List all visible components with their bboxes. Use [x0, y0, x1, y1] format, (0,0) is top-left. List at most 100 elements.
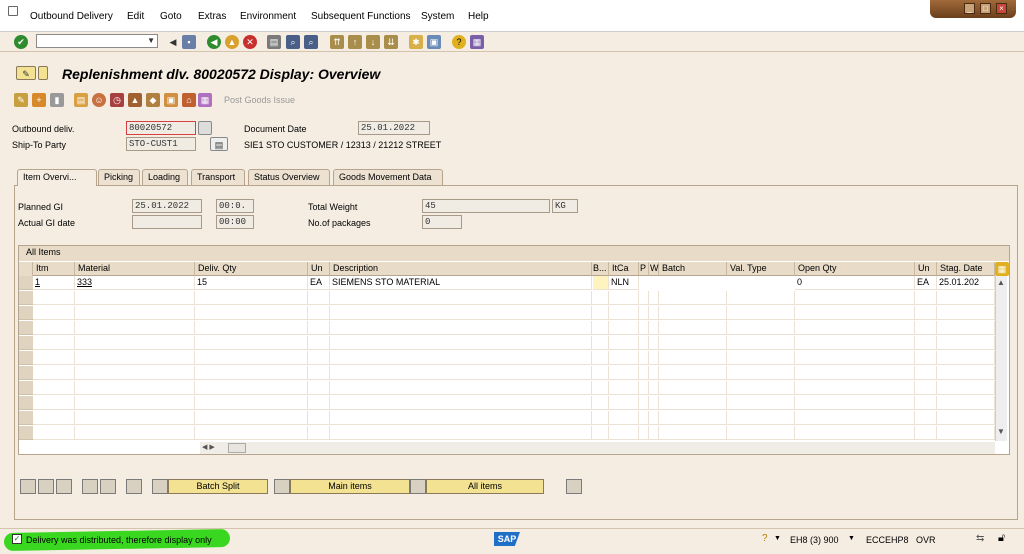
actual-gi-date-field[interactable] — [132, 215, 202, 229]
item-details-button[interactable] — [20, 479, 36, 494]
deadlines-icon[interactable]: ◷ — [110, 93, 124, 107]
picking-icon[interactable]: ▲ — [128, 93, 142, 107]
col-un[interactable]: Un — [308, 262, 330, 276]
menu-help[interactable]: Help — [468, 11, 489, 22]
tab-status-overview[interactable]: Status Overview — [248, 169, 330, 185]
col-batch[interactable]: Batch — [659, 262, 727, 276]
tab-picking[interactable]: Picking — [98, 169, 140, 185]
select-all-button[interactable] — [38, 479, 54, 494]
row-selector[interactable] — [19, 351, 33, 365]
ship-to-field[interactable]: STO-CUST1 — [126, 137, 196, 151]
pack-icon[interactable]: ◆ — [146, 93, 160, 107]
col-w[interactable]: W — [649, 262, 659, 276]
save-icon[interactable]: ▪ — [182, 35, 196, 49]
vertical-scrollbar[interactable] — [995, 276, 1007, 441]
output-icon[interactable]: ▦ — [198, 93, 212, 107]
all-items-button[interactable]: All items — [426, 479, 544, 494]
packages-field[interactable]: 0 — [422, 215, 462, 229]
next-page-icon[interactable]: ↓ — [366, 35, 380, 49]
previous-page-icon[interactable]: ↑ — [348, 35, 362, 49]
col-p[interactable]: P — [639, 262, 649, 276]
shortcut-icon[interactable]: ▣ — [427, 35, 441, 49]
other-object-icon[interactable] — [38, 66, 48, 80]
scroll-left-icon[interactable]: ◀ ▶ — [202, 443, 215, 451]
chevron-down-icon[interactable]: ▼ — [147, 36, 155, 45]
row-selector[interactable] — [19, 396, 33, 410]
horizontal-scrollbar[interactable] — [200, 442, 995, 454]
copy-icon[interactable] — [198, 121, 212, 135]
document-date-field[interactable]: 25.01.2022 — [358, 121, 430, 135]
row-selector[interactable] — [19, 276, 33, 290]
all-items-icon[interactable] — [410, 479, 426, 494]
row-b[interactable] — [593, 276, 609, 290]
insert-row-button[interactable] — [82, 479, 98, 494]
system-dropdown-icon[interactable]: ▼ — [848, 535, 855, 542]
row-selector[interactable] — [19, 366, 33, 380]
menu-system[interactable]: System — [421, 11, 454, 22]
row-selector[interactable] — [19, 411, 33, 425]
print-icon[interactable]: ▤ — [267, 35, 281, 49]
menu-edit[interactable]: Edit — [127, 11, 144, 22]
status-message[interactable]: Delivery was distributed, therefore disp… — [26, 535, 212, 545]
collapse-icon[interactable]: ◀ — [166, 35, 180, 49]
partner-icon[interactable]: ☺ — [92, 93, 106, 107]
last-page-icon[interactable]: ⇊ — [384, 35, 398, 49]
exit-icon[interactable]: ▲ — [225, 35, 239, 49]
sort-button[interactable] — [126, 479, 142, 494]
total-weight-field[interactable]: 45 — [422, 199, 550, 213]
planned-gi-time-field[interactable]: 00:0. — [216, 199, 254, 213]
maximize-icon[interactable]: □ — [980, 3, 991, 14]
cancel-icon[interactable]: ✕ — [243, 35, 257, 49]
col-itm[interactable]: Itm — [33, 262, 75, 276]
col-b[interactable]: B... — [592, 262, 609, 276]
system-menu-icon[interactable] — [8, 6, 18, 16]
batch-split-button[interactable]: Batch Split — [168, 479, 268, 494]
find-next-icon[interactable]: ⌕ — [304, 35, 318, 49]
status-dropdown-icon[interactable]: ▼ — [774, 535, 781, 542]
create-icon[interactable]: + — [32, 93, 46, 107]
deselect-all-button[interactable] — [56, 479, 72, 494]
row-selector[interactable] — [19, 306, 33, 320]
tab-goods-movement-data[interactable]: Goods Movement Data — [333, 169, 443, 185]
tab-transport[interactable]: Transport — [191, 169, 245, 185]
row-itm[interactable]: 1 — [33, 276, 75, 290]
actual-gi-time-field[interactable]: 00:00 — [216, 215, 254, 229]
col-itca[interactable]: ItCa — [609, 262, 639, 276]
col-description[interactable]: Description — [330, 262, 592, 276]
menu-subsequent-functions[interactable]: Subsequent Functions — [311, 11, 411, 22]
row-selector[interactable] — [19, 426, 33, 440]
delete-row-button[interactable] — [100, 479, 116, 494]
row-selector[interactable] — [19, 381, 33, 395]
col-un-2[interactable]: Un — [915, 262, 937, 276]
outbound-deliv-field[interactable]: 80020572 — [126, 121, 196, 135]
col-deliv-qty[interactable]: Deliv. Qty — [195, 262, 308, 276]
new-session-icon[interactable]: ✱ — [409, 35, 423, 49]
first-page-icon[interactable]: ⇈ — [330, 35, 344, 49]
col-material[interactable]: Material — [75, 262, 195, 276]
batch-split-icon[interactable] — [152, 479, 168, 494]
weight-unit-field[interactable]: KG — [552, 199, 578, 213]
layout-menu-icon[interactable]: ▦ — [470, 35, 484, 49]
col-open-qty[interactable]: Open Qty — [795, 262, 915, 276]
minimize-icon[interactable]: _ — [964, 3, 975, 14]
select-all-cell[interactable] — [19, 262, 33, 276]
row-selector[interactable] — [19, 291, 33, 305]
col-val-type[interactable]: Val. Type — [727, 262, 795, 276]
scroll-down-icon[interactable]: ▼ — [997, 427, 1005, 436]
row-selector[interactable] — [19, 321, 33, 335]
command-field[interactable]: ▼ — [36, 34, 158, 48]
menu-extras[interactable]: Extras — [198, 11, 226, 22]
col-stag-date[interactable]: Stag. Date — [937, 262, 995, 276]
warehouse-icon[interactable]: ⌂ — [182, 93, 196, 107]
delete-icon[interactable]: ▮ — [50, 93, 64, 107]
edit-icon[interactable]: ✎ — [14, 93, 28, 107]
row-selector[interactable] — [19, 336, 33, 350]
tab-item-overview[interactable]: Item Overvi... — [17, 169, 97, 186]
header-details-icon[interactable]: ▤ — [74, 93, 88, 107]
tab-loading[interactable]: Loading — [142, 169, 188, 185]
table-settings-icon[interactable]: ▦ — [995, 262, 1009, 276]
row-material[interactable]: 333 — [75, 276, 195, 290]
refresh-button[interactable] — [566, 479, 582, 494]
display-change-icon[interactable]: ✎ — [16, 66, 36, 80]
close-icon[interactable]: × — [996, 3, 1007, 14]
